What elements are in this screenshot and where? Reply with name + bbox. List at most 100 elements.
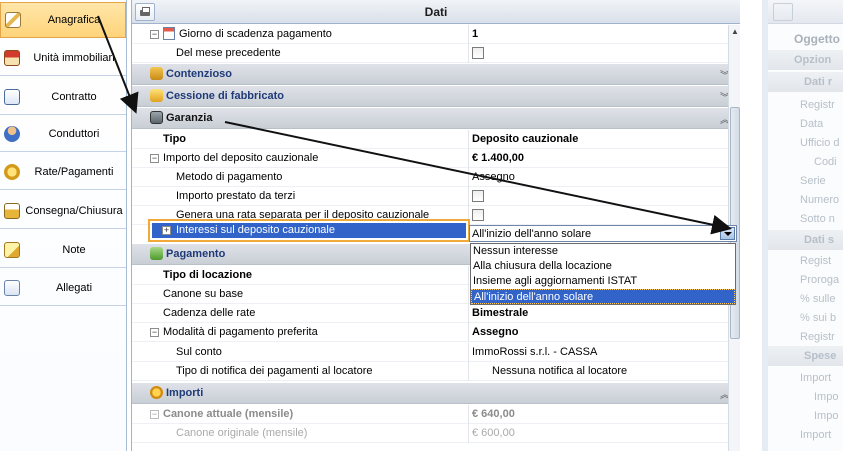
expand-chevron-icon[interactable]: ︾ [720, 67, 730, 82]
category-title: Importi [166, 387, 204, 399]
dropdown-option[interactable]: Nessun interesse [471, 244, 735, 259]
nav-item-note[interactable]: Note [0, 232, 126, 268]
property-row[interactable]: Sul conto ImmoRossi s.r.l. - CASSA [132, 343, 728, 362]
coins-icon [4, 163, 20, 180]
collapse-icon[interactable]: − [150, 410, 159, 419]
property-label: Canone attuale (mensile) [163, 408, 294, 420]
euro-coin-icon [150, 386, 163, 399]
property-label: Proroga [800, 274, 840, 286]
person-icon [4, 125, 20, 142]
collapse-icon[interactable]: − [150, 30, 159, 39]
interessi-select[interactable]: All'inizio dell'anno solare [469, 225, 737, 242]
nav-item-rate-pagamenti[interactable]: Rate/Pagamenti [0, 154, 126, 190]
property-label: Del mese precedente [176, 47, 281, 59]
property-value[interactable]: Nessuna notifica al locatore [492, 365, 627, 377]
selected-property-row[interactable]: + Interessi sul deposito cauzionale [148, 219, 470, 242]
property-label: Tipo di locazione [163, 269, 253, 281]
navigation-sidebar: Anagrafica Unità immobiliari Contratto C… [0, 0, 127, 451]
category-garanzia[interactable]: Garanzia ︽ [132, 108, 736, 129]
shield-icon [150, 89, 163, 102]
expand-icon[interactable]: + [162, 226, 171, 235]
category-cessione[interactable]: Cessione di fabbricato ︾ [132, 86, 736, 107]
property-label: Canone originale (mensile) [176, 427, 308, 439]
collapse-chevron-icon[interactable]: ︽ [720, 111, 730, 126]
property-value[interactable]: 1 [472, 28, 478, 40]
expand-chevron-icon[interactable]: ︾ [720, 89, 730, 104]
category-title: Dati s [804, 234, 834, 246]
property-label: Modalità di pagamento preferita [163, 326, 318, 338]
dropdown-option[interactable]: Insieme agli aggiornamenti ISTAT [471, 274, 735, 289]
property-row[interactable]: Canone originale (mensile) € 600,00 [132, 424, 728, 443]
property-label: Registr [800, 99, 835, 111]
property-label: Import [800, 429, 832, 441]
nav-item-unita-immobiliari[interactable]: Unità immobiliari [0, 40, 126, 76]
property-value: € 640,00 [472, 408, 515, 420]
category-contenzioso[interactable]: Contenzioso ︾ [132, 64, 736, 85]
interessi-dropdown-list: Nessun interesse Alla chiusura della loc… [470, 243, 736, 305]
dropdown-option[interactable]: Alla chiusura della locazione [471, 259, 735, 274]
dropdown-option-selected[interactable]: All'inizio dell'anno solare [471, 289, 735, 304]
property-row[interactable]: Tipo di notifica dei pagamenti al locato… [132, 362, 728, 381]
property-row[interactable]: − Giorno di scadenza pagamento 1 [132, 25, 728, 44]
property-label: Import [800, 372, 832, 384]
dropdown-arrow-icon[interactable] [720, 227, 735, 240]
property-row[interactable]: Tipo Deposito cauzionale [132, 130, 728, 149]
property-row[interactable]: − Canone attuale (mensile) € 640,00 [132, 405, 728, 424]
property-label: Ufficio d [800, 137, 840, 149]
object-panel: Oggetto Opzion Dati r Registr Data Uffic… [762, 0, 843, 451]
nav-item-contratto[interactable]: Contratto [0, 79, 126, 115]
nav-item-anagrafica[interactable]: Anagrafica [0, 2, 126, 38]
property-row[interactable]: − Modalità di pagamento preferita Assegn… [132, 323, 728, 342]
checkbox[interactable] [472, 209, 484, 221]
property-row[interactable]: Del mese precedente [132, 44, 728, 63]
property-value[interactable]: Assegno [472, 326, 518, 338]
category-title: Spese [804, 350, 837, 362]
nav-item-consegna-chiusura[interactable]: Consegna/Chiusura [0, 193, 126, 229]
scales-icon [150, 67, 163, 80]
property-label: Sotto n [800, 213, 835, 225]
checkbox[interactable] [472, 190, 484, 202]
panel-title: Dati [424, 5, 448, 19]
property-row[interactable]: Cadenza delle rate Bimestrale [132, 304, 728, 323]
select-value: All'inizio dell'anno solare [472, 228, 592, 240]
property-row[interactable]: Importo prestato da terzi [132, 187, 728, 206]
property-label: Giorno di scadenza pagamento [179, 28, 332, 40]
print-icon[interactable] [773, 3, 793, 21]
property-label: Metodo di pagamento [176, 171, 283, 183]
property-value[interactable]: € 1.400,00 [472, 152, 524, 164]
property-value[interactable]: Bimestrale [472, 307, 528, 319]
scroll-up-icon[interactable]: ▲ [731, 27, 739, 36]
property-label: Numero [800, 194, 840, 206]
note-pencil-icon [4, 241, 20, 258]
checkbox[interactable] [472, 47, 484, 59]
property-value[interactable]: Assegno [472, 171, 515, 183]
property-label: Cadenza delle rate [163, 307, 256, 319]
calendar-icon [163, 27, 175, 40]
document-icon [4, 88, 20, 105]
category-importi[interactable]: Importi ︽ [132, 383, 736, 404]
property-label: Impo [814, 410, 839, 422]
paperclip-document-icon [4, 279, 20, 296]
collapse-icon[interactable]: − [150, 328, 159, 337]
property-value[interactable]: ImmoRossi s.r.l. - CASSA [472, 346, 597, 358]
panel-header: Dati [132, 0, 740, 24]
category-title: Cessione di fabbricato [166, 90, 284, 102]
nav-item-allegati[interactable]: Allegati [0, 270, 126, 306]
property-label: Canone su base [163, 288, 244, 300]
category-title: Opzion [794, 54, 832, 66]
property-label: Importo del deposito cauzionale [163, 152, 319, 164]
money-icon [150, 247, 163, 260]
property-label: Importo prestato da terzi [176, 190, 296, 202]
property-value[interactable]: Deposito cauzionale [472, 133, 578, 145]
property-label: Tipo [163, 133, 187, 145]
property-row[interactable]: Metodo di pagamento Assegno [132, 168, 728, 187]
object-panel-header [768, 0, 843, 24]
collapse-icon[interactable]: − [150, 154, 159, 163]
property-row[interactable]: − Importo del deposito cauzionale € 1.40… [132, 149, 728, 168]
nav-item-conduttori[interactable]: Conduttori [0, 116, 126, 152]
collapse-chevron-icon[interactable]: ︽ [720, 386, 730, 401]
category-title: Dati r [804, 76, 833, 88]
category-title: Pagamento [166, 248, 226, 260]
property-label: % sui b [800, 312, 837, 324]
property-label: Sul conto [176, 346, 222, 358]
